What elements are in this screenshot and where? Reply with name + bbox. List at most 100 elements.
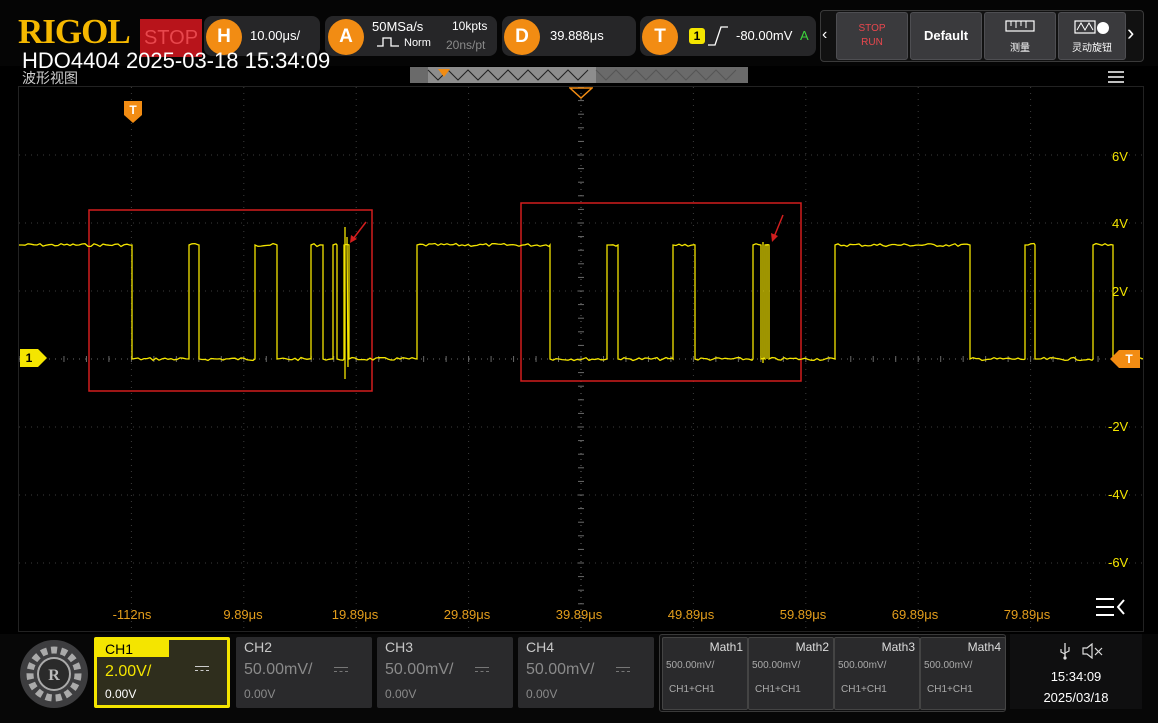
time-label: 49.89μs bbox=[667, 607, 715, 622]
ch1-marker-label: 1 bbox=[26, 351, 33, 365]
math4-scale: 500.00mV/ bbox=[924, 660, 973, 671]
trigger-level-marker[interactable]: T bbox=[1110, 350, 1140, 368]
math4-source: CH1+CH1 bbox=[927, 684, 973, 695]
trigger-position-marker[interactable]: T bbox=[124, 101, 142, 125]
acquire-mode: Norm bbox=[404, 37, 431, 49]
acquire-mode-icon bbox=[377, 37, 399, 47]
ch1-panel[interactable]: CH1 2.00V/ 0.00V bbox=[94, 637, 230, 708]
ch2-scale: 50.00mV/ bbox=[244, 661, 313, 678]
acquire-knob[interactable]: A bbox=[328, 19, 364, 55]
volt-label: -4V bbox=[1108, 487, 1129, 502]
time-label: -112ns bbox=[112, 607, 152, 622]
trigger-level-marker-label: T bbox=[1125, 352, 1133, 366]
smart-knob-label: 灵动旋钮 bbox=[1072, 43, 1112, 54]
annotation-boxes bbox=[88, 202, 802, 392]
math4-label: Math4 bbox=[967, 640, 1001, 654]
smart-knob-button[interactable]: 灵动旋钮 bbox=[1058, 12, 1126, 60]
trigger-marker-label: T bbox=[129, 103, 137, 117]
ch4-label: CH4 bbox=[526, 639, 555, 655]
trigger-sweep-mode: A bbox=[800, 28, 809, 43]
rising-edge-icon bbox=[708, 26, 728, 46]
volt-label: -6V bbox=[1108, 555, 1129, 570]
volt-label: -2V bbox=[1108, 419, 1129, 434]
math3-scale: 500.00mV/ bbox=[838, 660, 887, 671]
chevron-right-icon[interactable]: › bbox=[1127, 20, 1134, 46]
ruler-icon bbox=[1005, 20, 1035, 32]
math3-label: Math3 bbox=[881, 640, 915, 654]
ch4-scale: 50.00mV/ bbox=[526, 661, 595, 678]
math1-label: Math1 bbox=[709, 640, 743, 654]
sample-interval: 20ns/pt bbox=[446, 38, 486, 52]
ch4-panel[interactable]: CH4 50.00mV/ 0.00V bbox=[518, 637, 654, 708]
math1-source: CH1+CH1 bbox=[669, 684, 715, 695]
time-label: 29.89μs bbox=[443, 607, 491, 622]
ch3-label: CH3 bbox=[385, 639, 414, 655]
stop-run-button[interactable]: STOP RUN bbox=[836, 12, 908, 60]
math3-source: CH1+CH1 bbox=[841, 684, 887, 695]
trigger-knob[interactable]: T bbox=[642, 19, 678, 55]
clock-time: 15:34:09 bbox=[1050, 669, 1102, 684]
delay-knob[interactable]: D bbox=[504, 19, 540, 55]
dc-coupling-icon bbox=[195, 666, 209, 671]
chevron-left-icon[interactable]: ‹ bbox=[822, 26, 827, 44]
stop-label: STOP bbox=[858, 23, 886, 34]
mute-icon[interactable] bbox=[1082, 643, 1104, 659]
dc-coupling-icon bbox=[475, 667, 489, 672]
dc-coupling-icon bbox=[616, 667, 630, 672]
sample-rate: 50MSa/s bbox=[372, 19, 424, 34]
math1-scale: 500.00mV/ bbox=[666, 660, 715, 671]
ch4-offset: 0.00V bbox=[526, 687, 558, 701]
time-label: 9.89μs bbox=[223, 607, 263, 622]
time-label: 69.89μs bbox=[891, 607, 939, 622]
svg-text:R: R bbox=[48, 667, 60, 684]
default-button[interactable]: Default bbox=[910, 12, 982, 60]
math3-panel[interactable]: Math3 500.00mV/ CH1+CH1 bbox=[834, 637, 920, 710]
time-label: 59.89μs bbox=[779, 607, 827, 622]
oscilloscope-screen: RIGOL STOP H 10.00μs/ A 50MSa/s Norm 10k… bbox=[0, 0, 1158, 723]
waveform-graticule bbox=[19, 87, 1143, 631]
waveform-plot-area[interactable]: T bbox=[18, 86, 1144, 632]
ch2-label: CH2 bbox=[244, 639, 273, 655]
knob-waveform-icon bbox=[1074, 20, 1109, 34]
time-label: 19.89μs bbox=[331, 607, 379, 622]
ch3-panel[interactable]: CH3 50.00mV/ 0.00V bbox=[377, 637, 513, 708]
system-clock: 15:34:09 2025/03/18 bbox=[1010, 634, 1142, 709]
ch3-scale: 50.00mV/ bbox=[385, 661, 454, 678]
timebase-value: 10.00μs/ bbox=[250, 28, 301, 43]
dc-coupling-icon bbox=[334, 667, 348, 672]
annotation-arrow-right bbox=[773, 214, 784, 238]
math2-panel[interactable]: Math2 500.00mV/ CH1+CH1 bbox=[748, 637, 834, 710]
measure-button[interactable]: 测量 bbox=[984, 12, 1056, 60]
ch1-offset: 0.00V bbox=[105, 687, 137, 701]
math2-scale: 500.00mV/ bbox=[752, 660, 801, 671]
brand-logo: RIGOL bbox=[18, 12, 131, 51]
annotation-box-right bbox=[520, 202, 802, 382]
ch1-scale: 2.00V/ bbox=[105, 663, 152, 680]
math1-panel[interactable]: Math1 500.00mV/ CH1+CH1 bbox=[662, 637, 748, 710]
memory-depth: 10kpts bbox=[452, 19, 488, 33]
annotation-arrow-left bbox=[352, 221, 367, 240]
measure-label: 测量 bbox=[1010, 43, 1030, 54]
ch2-panel[interactable]: CH2 50.00mV/ 0.00V bbox=[236, 637, 372, 708]
ch1-label: CH1 bbox=[105, 641, 134, 657]
trigger-level: -80.00mV bbox=[736, 28, 793, 43]
volt-label: 4V bbox=[1112, 216, 1128, 231]
trigger-source-badge: 1 bbox=[689, 28, 705, 44]
delay-value: 39.888μs bbox=[550, 28, 604, 43]
math4-panel[interactable]: Math4 500.00mV/ CH1+CH1 bbox=[920, 637, 1006, 710]
math2-source: CH1+CH1 bbox=[755, 684, 801, 695]
clock-date: 2025/03/18 bbox=[1043, 690, 1109, 705]
volt-label: 2V bbox=[1112, 284, 1128, 299]
model-timestamp: HDO4404 2025-03-18 15:34:09 bbox=[22, 48, 331, 73]
time-label: 79.89μs bbox=[1003, 607, 1051, 622]
collapse-menu-icon[interactable] bbox=[1094, 596, 1126, 618]
menu-icon[interactable] bbox=[1106, 70, 1126, 84]
memory-overview-bar[interactable] bbox=[410, 67, 748, 83]
usb-icon bbox=[1060, 643, 1070, 660]
ch3-offset: 0.00V bbox=[385, 687, 417, 701]
ch1-offset-marker[interactable]: 1 bbox=[20, 349, 48, 367]
time-label: 39.89μs bbox=[555, 607, 603, 622]
ch2-offset: 0.00V bbox=[244, 687, 276, 701]
settings-gear-icon[interactable]: R bbox=[20, 640, 88, 708]
math2-label: Math2 bbox=[795, 640, 829, 654]
